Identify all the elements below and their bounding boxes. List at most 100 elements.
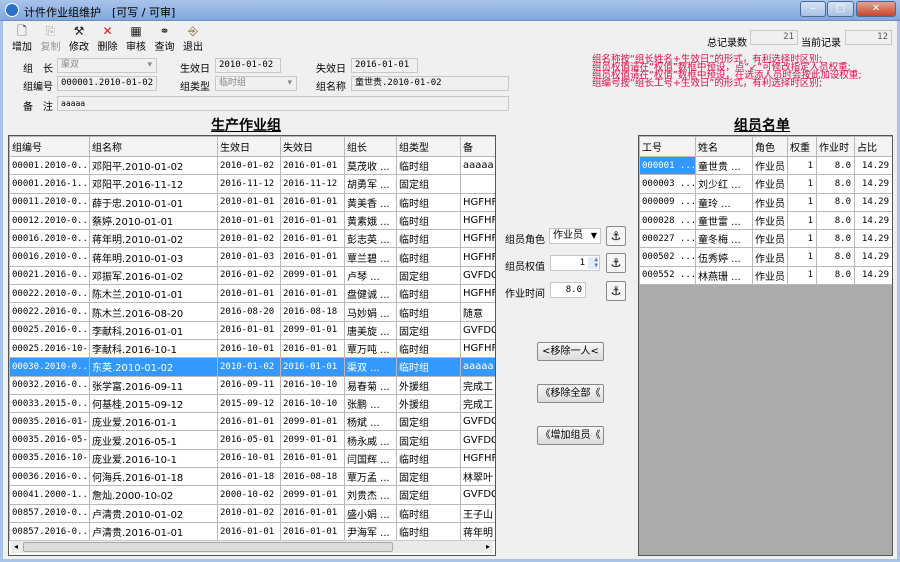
table-cell: 00001.2010-0... <box>9 155 90 176</box>
column-header[interactable]: 组类型 <box>396 136 461 157</box>
start-date-field[interactable]: 2010-01-02 <box>215 58 281 73</box>
group-code-field[interactable]: 000001.2010-01-02 <box>57 76 157 91</box>
column-header[interactable]: 组名称 <box>89 136 218 157</box>
table-cell: 2099-01-01 <box>280 265 345 286</box>
table-cell: 蒋年明.2010-01-03 <box>89 247 218 267</box>
table-row[interactable]: 00035.2016-10-1 庞业爱.2016-10-1 2016-10-01 20… <box>9 448 495 469</box>
table-cell: 1 <box>787 229 817 249</box>
table-row[interactable]: 00011.2010-0... 薛于忠.2010-01-01 2010-01-01 2… <box>9 192 495 212</box>
toolbar-button-4[interactable]: ✕ 删除 <box>94 24 122 53</box>
remove-all-button[interactable]: 《移除全部《 <box>537 384 604 403</box>
column-header[interactable]: 组长 <box>344 136 397 157</box>
table-cell: 000003 ... <box>639 174 696 194</box>
leader-select[interactable]: 渠双 <box>57 58 157 73</box>
table-cell: 00857.2010-0... <box>9 503 90 523</box>
column-header[interactable]: 占比 <box>854 136 892 157</box>
horizontal-scrollbar[interactable]: ◂ ▸ <box>11 540 493 553</box>
table-row[interactable]: 00857.2016-0... 卢清贵.2016-01-01 2016-01-01 2… <box>9 521 495 542</box>
remove-one-button[interactable]: <移除一人< <box>537 342 604 361</box>
table-row[interactable]: 000028 ... 童世雷 ... 作业员 1 8.0 14.29 <box>639 210 892 231</box>
table-row[interactable]: 00025.2016-0... 李献科.2016-01-01 2016-01-01 2… <box>9 320 495 340</box>
table-cell: 00032.2016-0... <box>9 375 90 395</box>
table-row[interactable]: 00022.2016-0... 陈木兰.2016-08-20 2016-08-20 2… <box>9 302 495 322</box>
table-cell: 固定组 <box>396 320 461 340</box>
table-cell: 刘少红 ... <box>695 174 753 194</box>
column-header[interactable]: 姓名 <box>695 136 753 157</box>
column-header[interactable]: 角色 <box>752 136 788 157</box>
table-row[interactable]: 00022.2010-0... 陈木兰.2010-01-01 2010-01-01 2… <box>9 284 495 304</box>
group-type-select[interactable]: 临时组 <box>215 76 297 91</box>
total-records-label: 总记录数 <box>707 38 747 49</box>
maximize-button[interactable]: □ <box>827 1 854 17</box>
hours-field[interactable]: 8.0 <box>550 282 586 298</box>
table-row[interactable]: 000502 ... 伍秀婷 ... 作业员 1 8.0 14.29 <box>639 247 892 267</box>
table-row[interactable]: 000227 ... 童冬梅 ... 作业员 1 8.0 14.29 <box>639 229 892 249</box>
toolbar-button-2[interactable]: ⎘ 复制 <box>37 24 65 53</box>
column-header[interactable]: 作业时 <box>816 136 855 157</box>
table-row[interactable]: 00021.2016-0... 邓振军.2016-01-02 2016-01-02 2… <box>9 265 495 286</box>
toolbar-button-3[interactable]: ⚒ 修改 <box>65 24 93 53</box>
table-cell: 庞业爱.2016-10-1 <box>89 448 218 469</box>
toolbar-button-label: 修改 <box>69 42 89 53</box>
close-button[interactable]: ✕ <box>856 1 896 17</box>
scroll-left-icon[interactable]: ◂ <box>11 541 21 553</box>
scrollbar-thumb[interactable] <box>23 542 393 552</box>
table-cell: 刘贵杰 ... <box>344 485 397 505</box>
table-row[interactable]: 000009 ... 童玲 ... 作业员 1 8.0 14.29 <box>639 192 892 212</box>
role-select[interactable]: 作业员 ▼ <box>549 228 601 244</box>
end-date-label: 失效日 <box>316 64 346 75</box>
column-header[interactable]: 组编号 <box>9 136 90 157</box>
table-cell: 00035.2016-10-1 <box>9 448 90 469</box>
toolbar-button-1[interactable]: 🗋 增加 <box>8 24 36 53</box>
table-row[interactable]: 00016.2010-0... 蒋年明.2010-01-03 2010-01-03 2… <box>9 247 495 267</box>
column-header[interactable]: 工号 <box>639 136 696 157</box>
table-cell: 14.29 <box>854 174 892 194</box>
table-row[interactable]: 00857.2010-0... 卢清贵.2010-01-02 2010-01-02 2… <box>9 503 495 523</box>
weight-spinner[interactable]: 1 ▲ ▼ <box>550 255 600 271</box>
table-row[interactable]: 00016.2010-0... 蒋年明.2010-01-02 2010-01-02 2… <box>9 229 495 249</box>
table-cell: 00033.2015-0... <box>9 393 90 414</box>
table-row[interactable]: 00033.2015-0... 何基桂.2015-09-12 2015-09-12 2… <box>9 393 495 414</box>
table-cell: 1 <box>787 192 817 212</box>
table-row[interactable]: 000001 ... 童世贵 ... 作业员 1 8.0 14.29 <box>639 155 892 176</box>
table-cell: 2016-05-01 <box>217 430 281 450</box>
table-row[interactable]: 00030.2010-0... 东英.2010-01-02 2010-01-02 20… <box>9 357 495 377</box>
table-row[interactable]: 000003 ... 刘少红 ... 作业员 1 8.0 14.29 <box>639 174 892 194</box>
group-name-field[interactable]: 童世贵.2010-01-02 <box>351 76 509 91</box>
table-row[interactable]: 00012.2010-0... 蔡婷.2010-01-01 2010-01-01 20… <box>9 210 495 231</box>
table-cell: 盛小娟 ... <box>344 503 397 523</box>
table-row[interactable]: 00032.2016-0... 张学富.2016-09-11 2016-09-11 2… <box>9 375 495 395</box>
set-hours-anchor-button[interactable]: ⚓ <box>606 281 626 301</box>
scroll-right-icon[interactable]: ▸ <box>483 541 493 553</box>
table-cell: 陈木兰.2016-08-20 <box>89 302 218 322</box>
group-code-label: 组编号 <box>23 82 53 93</box>
table-row[interactable]: 00001.2016-1... 邓阳平.2016-11-12 2016-11-12 2… <box>9 174 495 194</box>
column-header[interactable]: 生效日 <box>217 136 281 157</box>
table-cell: HGFHFG <box>460 284 495 304</box>
set-weight-anchor-button[interactable]: ⚓ <box>606 253 626 273</box>
column-header[interactable]: 备 <box>460 136 495 157</box>
end-date-field[interactable]: 2016-01-01 <box>351 58 418 73</box>
spinner-arrows-icon[interactable]: ▲ ▼ <box>588 257 598 269</box>
minimize-button[interactable]: – <box>800 1 826 17</box>
table-cell: 00022.2016-0... <box>9 302 90 322</box>
table-row[interactable]: 00041.2000-1... 詹灿.2000-10-02 2000-10-02 20… <box>9 485 495 505</box>
table-cell: 2016-10-01 <box>217 338 281 359</box>
table-row[interactable]: 00001.2010-0... 邓阳平.2010-01-02 2010-01-02 2… <box>9 155 495 176</box>
table-row[interactable]: 00036.2016-0... 何海兵.2016-01-18 2016-01-18 2… <box>9 467 495 487</box>
table-cell: 蒋年明 <box>460 521 495 542</box>
toolbar-button-6[interactable]: ⚭ 查询 <box>151 24 179 53</box>
toolbar-button-5[interactable]: ▦ 审核 <box>122 24 150 53</box>
column-header[interactable]: 权重 <box>787 136 817 157</box>
table-row[interactable]: 000552 ... 林燕珊 ... 作业员 1 8.0 14.29 <box>639 265 892 286</box>
add-members-button[interactable]: 《增加组员《 <box>537 426 604 445</box>
table-cell: HGFHFG <box>460 338 495 359</box>
remark-field[interactable]: aaaaa <box>57 96 509 111</box>
table-row[interactable]: 00035.2016-05-1 庞业爱.2016-05-1 2016-05-01 20… <box>9 430 495 450</box>
set-role-anchor-button[interactable]: ⚓ <box>606 226 626 246</box>
table-row[interactable]: 00035.2016-01-1 庞业爱.2016-01-1 2016-01-01 20… <box>9 412 495 432</box>
column-header[interactable]: 失效日 <box>280 136 345 157</box>
table-row[interactable]: 00025.2016-10-1 李献科.2016-10-1 2016-10-01 20… <box>9 338 495 359</box>
table-cell: 00025.2016-0... <box>9 320 90 340</box>
toolbar-button-7[interactable]: ⎆ 退出 <box>179 24 207 53</box>
